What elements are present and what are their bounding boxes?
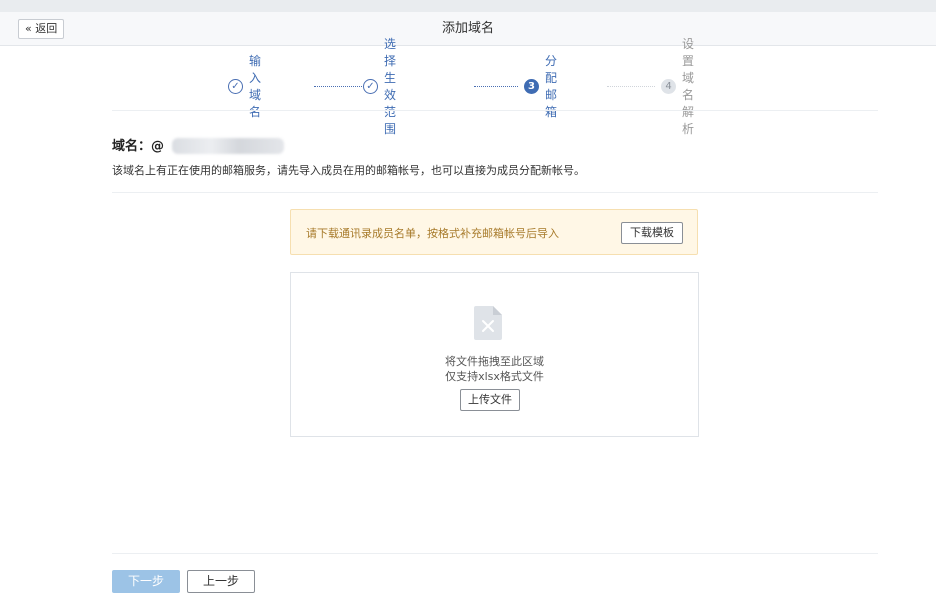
file-x-icon bbox=[474, 306, 502, 340]
drop-hint: 将文件拖拽至此区域 bbox=[445, 355, 544, 368]
step-connector bbox=[314, 86, 362, 87]
file-dropzone[interactable]: 将文件拖拽至此区域 仅支持xlsx格式文件 上传文件 bbox=[290, 272, 699, 437]
domain-label: 域名：@ bbox=[112, 139, 165, 154]
step-1: ✓ 输入域名 bbox=[228, 54, 261, 119]
download-template-button[interactable]: 下载模板 bbox=[621, 222, 683, 244]
domain-description: 该域名上有正在使用的邮箱服务，请先导入成员在用的邮箱帐号，也可以直接为成员分配新… bbox=[112, 164, 585, 177]
upload-file-button[interactable]: 上传文件 bbox=[460, 389, 520, 411]
divider bbox=[112, 192, 878, 193]
next-step-button[interactable]: 下一步 bbox=[112, 570, 180, 593]
step-4: 4 设置域名解析 bbox=[661, 37, 694, 136]
check-circle-icon: ✓ bbox=[228, 78, 243, 94]
redacted-domain bbox=[172, 138, 284, 154]
notice-text: 请下载通讯录成员名单，按格式补充邮箱帐号后导入 bbox=[306, 227, 559, 240]
step-4-label: 设置域名解析 bbox=[682, 37, 695, 136]
step-number-badge: 4 bbox=[661, 78, 676, 94]
format-hint: 仅支持xlsx格式文件 bbox=[445, 370, 544, 383]
previous-step-button[interactable]: 上一步 bbox=[187, 570, 255, 593]
step-connector bbox=[607, 86, 655, 87]
step-2: ✓ 选择生效范围 bbox=[363, 37, 396, 136]
page-title: 添加域名 bbox=[441, 21, 494, 36]
step-3: 3 分配邮箱 bbox=[524, 54, 557, 119]
window-top-strip bbox=[0, 0, 936, 12]
step-connector bbox=[474, 86, 518, 87]
check-circle-icon: ✓ bbox=[363, 78, 378, 94]
step-number-badge: 3 bbox=[524, 78, 539, 94]
divider bbox=[112, 553, 878, 554]
step-2-label: 选择生效范围 bbox=[384, 37, 397, 136]
page-header: « 返回 添加域名 bbox=[0, 12, 936, 46]
import-notice: 请下载通讯录成员名单，按格式补充邮箱帐号后导入 下载模板 bbox=[290, 209, 698, 255]
divider bbox=[112, 110, 878, 111]
